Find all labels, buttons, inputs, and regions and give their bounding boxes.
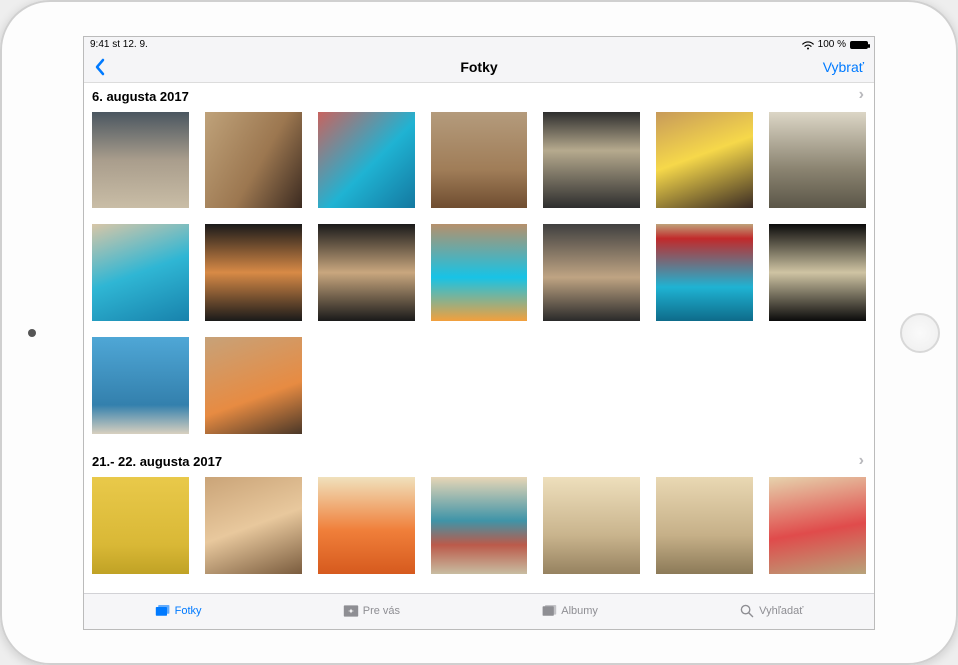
photo-thumbnail[interactable] [92,337,189,434]
photo-thumbnail[interactable] [205,477,302,574]
photo-thumbnail[interactable] [431,224,528,321]
photo-thumbnail[interactable] [769,477,866,574]
section-title: 6. augusta 2017 [92,89,189,104]
photo-grid-scroll[interactable]: 6. augusta 2017 › 21.- 22. augusta 2017 › [84,83,874,593]
photo-thumbnail[interactable] [543,112,640,209]
section-header[interactable]: 21.- 22. augusta 2017 › [88,448,870,473]
tab-bar: Fotky Pre vás Albumy Vyhľadať [84,593,874,629]
tab-foryou[interactable]: Pre vás [343,604,400,618]
photo-thumbnail[interactable] [431,477,528,574]
tab-label: Pre vás [363,605,400,617]
chevron-right-icon: › [859,452,864,470]
screen: 9:41 st 12. 9. 100 % Fotky Vybrať 6. aug… [83,36,875,630]
select-button[interactable]: Vybrať [823,59,864,75]
photo-thumbnail[interactable] [318,224,415,321]
photo-thumbnail[interactable] [318,112,415,209]
photo-thumbnail[interactable] [769,224,866,321]
front-camera [28,329,36,337]
nav-bar: Fotky Vybrať [84,53,874,83]
status-left: 9:41 st 12. 9. [90,39,148,50]
ipad-device-frame: 9:41 st 12. 9. 100 % Fotky Vybrať 6. aug… [0,0,958,665]
section-title: 21.- 22. augusta 2017 [92,454,222,469]
photo-grid [88,473,870,578]
tab-label: Albumy [561,605,598,617]
photo-thumbnail[interactable] [656,112,753,209]
tab-label: Vyhľadať [759,605,803,617]
photos-icon [155,604,171,618]
tab-label: Fotky [175,605,202,617]
battery-icon [850,41,868,49]
photo-thumbnail[interactable] [656,477,753,574]
foryou-icon [343,604,359,618]
battery-percent: 100 % [818,39,846,50]
photo-thumbnail[interactable] [92,224,189,321]
albums-icon [541,604,557,618]
photo-thumbnail[interactable] [656,224,753,321]
tab-photos[interactable]: Fotky [155,604,202,618]
photo-thumbnail[interactable] [543,224,640,321]
photo-thumbnail[interactable] [92,477,189,574]
status-bar: 9:41 st 12. 9. 100 % [84,37,874,53]
chevron-right-icon: › [859,86,864,104]
photo-grid [88,108,870,439]
status-date: st 12. 9. [112,39,148,50]
photo-thumbnail[interactable] [318,477,415,574]
chevron-left-icon [94,58,106,76]
search-icon [739,604,755,618]
status-time: 9:41 [90,39,109,50]
photo-thumbnail[interactable] [205,224,302,321]
home-button[interactable] [900,313,940,353]
tab-search[interactable]: Vyhľadať [739,604,803,618]
photo-thumbnail[interactable] [205,337,302,434]
photo-thumbnail[interactable] [205,112,302,209]
photo-thumbnail[interactable] [92,112,189,209]
photo-thumbnail[interactable] [543,477,640,574]
photo-thumbnail[interactable] [769,112,866,209]
back-button[interactable] [94,58,106,76]
status-right: 100 % [802,39,868,50]
page-title: Fotky [84,59,874,75]
section-header[interactable]: 6. augusta 2017 › [88,83,870,108]
wifi-icon [802,40,814,50]
tab-albums[interactable]: Albumy [541,604,598,618]
photo-thumbnail[interactable] [431,112,528,209]
